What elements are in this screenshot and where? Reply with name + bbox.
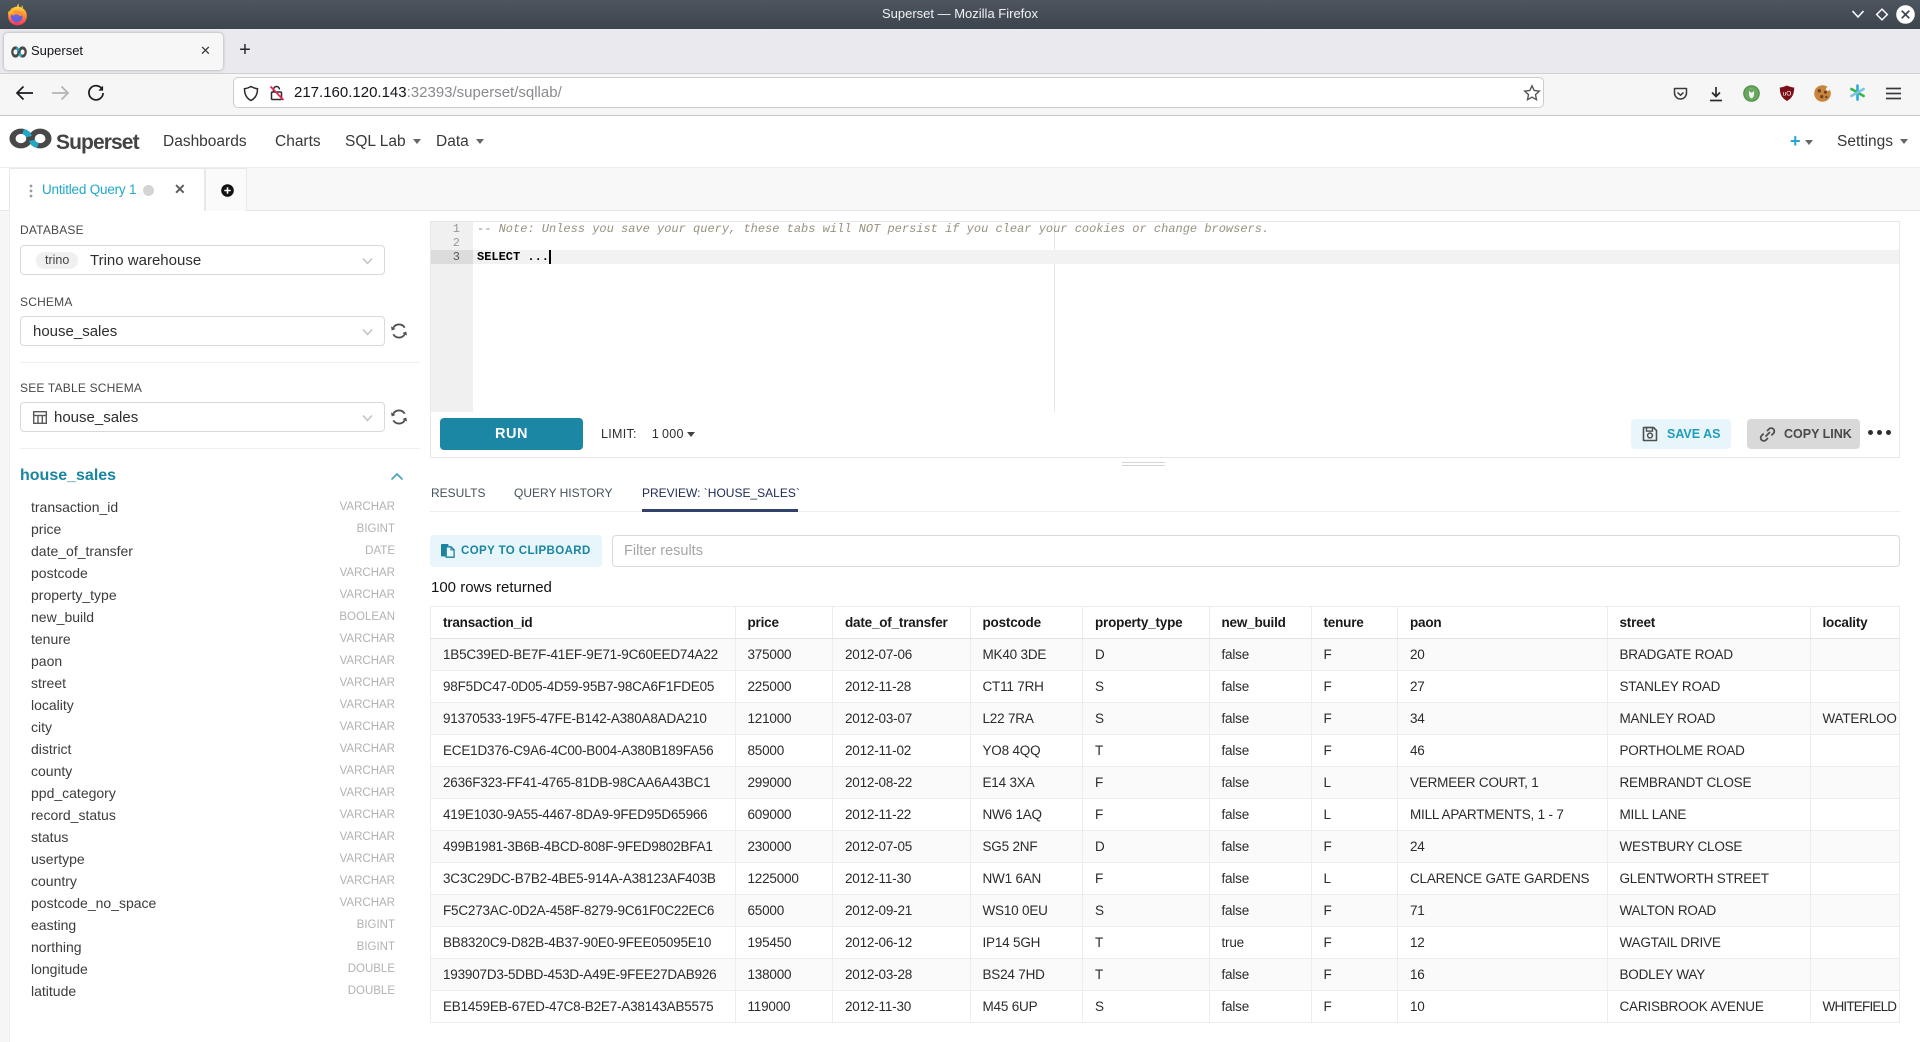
svg-text:uO: uO	[1783, 91, 1792, 98]
